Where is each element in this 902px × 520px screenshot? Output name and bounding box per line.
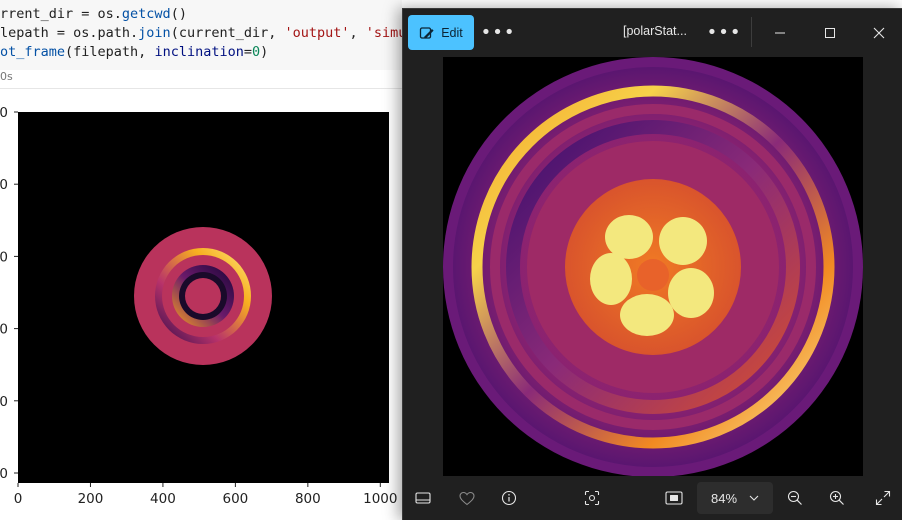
polar-disk-thumbnail <box>134 227 272 365</box>
filmstrip-button[interactable] <box>409 484 437 512</box>
code-token: inclination <box>154 44 244 60</box>
code-token: = <box>243 44 252 60</box>
maximize-icon <box>825 28 835 38</box>
zoom-in-button[interactable] <box>823 484 851 512</box>
cell-divider <box>0 88 402 89</box>
code-token: 0 <box>251 44 261 60</box>
maximize-button[interactable] <box>815 19 845 47</box>
code-token: 'output' <box>284 25 350 41</box>
zoom-out-icon <box>787 490 802 505</box>
full-screen-button[interactable] <box>869 484 897 512</box>
code-token: , <box>349 25 366 41</box>
favorite-button[interactable] <box>453 484 481 512</box>
zoom-dropdown[interactable]: 84% <box>697 482 773 514</box>
x-tick-label: 800 <box>295 491 321 507</box>
code-line: ot_frame(filepath, inclination=0) <box>0 44 268 60</box>
zoom-in-icon <box>829 490 844 505</box>
chevron-down-icon <box>749 495 759 501</box>
code-token: ot_frame <box>0 44 66 60</box>
y-tick-label: 0 <box>0 322 8 338</box>
close-icon <box>873 27 885 39</box>
plot-image: 0 200 400 600 800 1000 000000 <box>0 105 397 507</box>
file-name: [polarStat... <box>623 24 687 38</box>
close-button[interactable] <box>864 19 894 47</box>
y-tick-label: 0 <box>0 466 8 482</box>
title-bar: Edit ••• [polarStat... ••• <box>403 9 902 56</box>
file-info-button[interactable] <box>495 484 523 512</box>
code-token: () <box>170 6 187 22</box>
more-horizontal-icon: ••• <box>480 22 516 43</box>
minimize-button[interactable] <box>765 19 795 47</box>
image-canvas[interactable] <box>443 57 863 476</box>
file-more-button[interactable]: ••• <box>706 19 742 47</box>
y-tick-label: 0 <box>0 394 8 410</box>
y-tick-label: 0 <box>0 177 8 193</box>
edit-label: Edit <box>441 25 463 40</box>
y-tick-label: 0 <box>0 105 8 121</box>
x-tick-label: 1000 <box>363 491 397 507</box>
info-icon <box>501 490 517 506</box>
more-horizontal-icon: ••• <box>706 22 742 43</box>
code-token: lepath = os.path. <box>0 25 139 41</box>
y-tick-label: 0 <box>0 249 8 265</box>
x-tick-label: 0 <box>14 491 23 507</box>
code-token: ) <box>260 44 269 60</box>
title-separator <box>751 17 752 47</box>
zoom-out-button[interactable] <box>781 484 809 512</box>
code-token: (filepath, <box>65 44 155 60</box>
code-line: lepath = os.path.join(current_dir, 'outp… <box>0 25 431 41</box>
code-line: rrent_dir = os.getcwd() <box>0 6 187 22</box>
polar-disk-image <box>443 57 863 476</box>
code-token: getcwd <box>121 6 171 22</box>
more-options-button[interactable]: ••• <box>480 19 516 47</box>
visual-search-button[interactable] <box>578 484 606 512</box>
edit-button[interactable]: Edit <box>408 15 474 50</box>
x-tick-label: 600 <box>222 491 248 507</box>
photo-viewer-window: Edit ••• [polarStat... ••• 84% <box>402 8 902 520</box>
x-tick-label: 200 <box>78 491 104 507</box>
code-token: rrent_dir = os. <box>0 6 122 22</box>
fit-to-window-button[interactable] <box>660 484 688 512</box>
visual-search-icon <box>584 490 600 506</box>
expand-icon <box>875 490 891 506</box>
execution-time: 0s <box>0 70 13 83</box>
code-cell[interactable]: rrent_dir = os.getcwd() lepath = os.path… <box>0 0 431 70</box>
heart-icon <box>459 491 475 505</box>
filmstrip-icon <box>415 492 431 504</box>
y-axis-ticks: 0 0 0 0 0 0 <box>0 105 18 482</box>
code-token: (current_dir, <box>170 25 285 41</box>
zoom-value: 84% <box>710 490 738 506</box>
edit-image-icon <box>420 26 434 39</box>
x-tick-label: 400 <box>150 491 176 507</box>
minimize-icon <box>775 32 785 34</box>
code-token: join <box>138 25 171 41</box>
x-axis-ticks: 0 200 400 600 800 1000 <box>14 483 397 507</box>
actual-size-icon <box>665 491 683 505</box>
bottom-toolbar: 84% <box>403 476 902 520</box>
plot-output: 0 200 400 600 800 1000 000000 <box>0 100 402 519</box>
